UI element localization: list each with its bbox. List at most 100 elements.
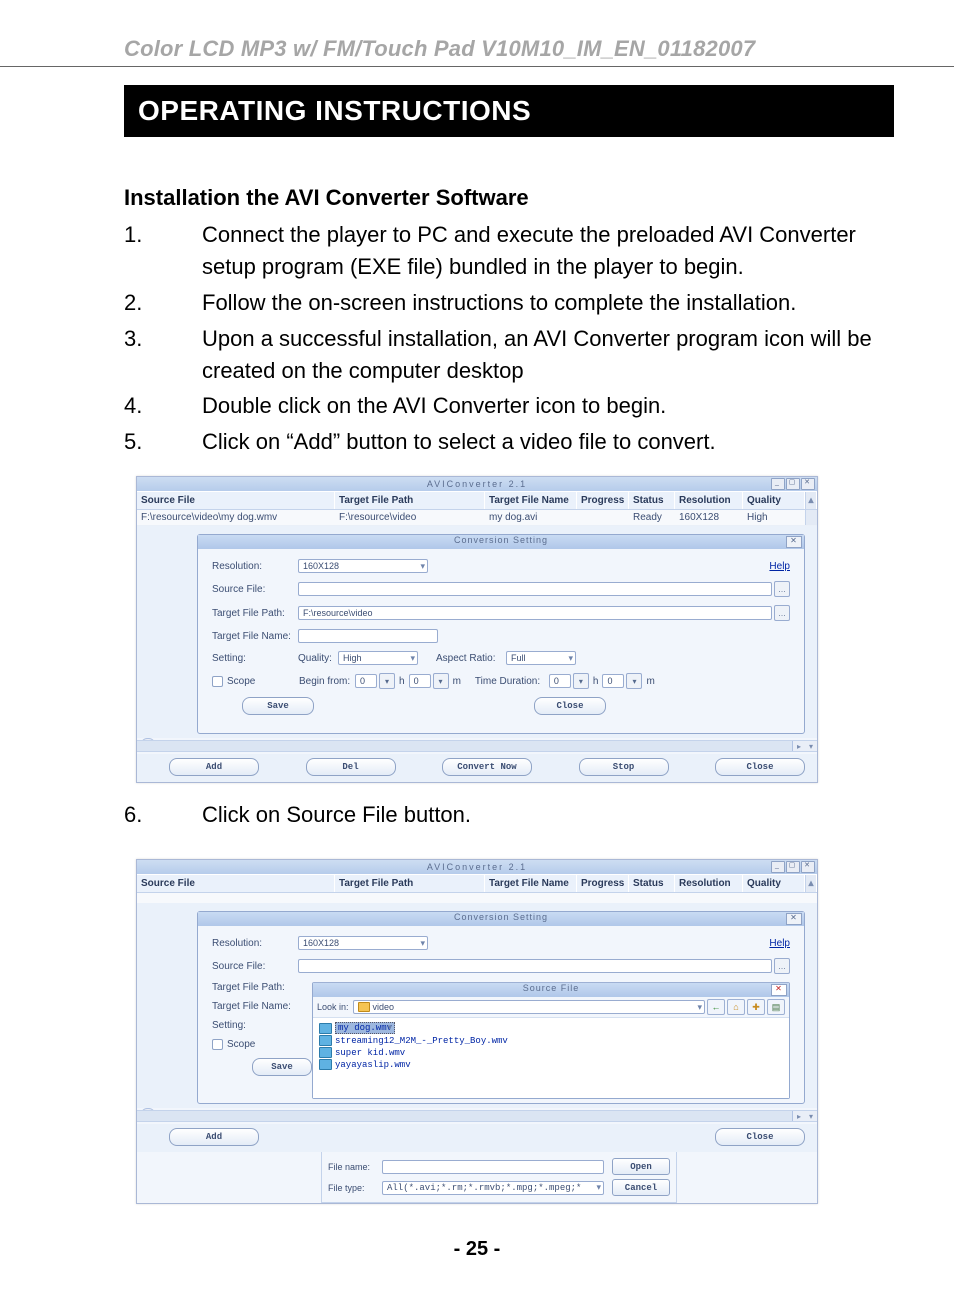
- close-button[interactable]: Close: [534, 697, 606, 715]
- scope-checkbox[interactable]: [212, 676, 223, 687]
- cell-resolution: 160X128: [675, 510, 743, 525]
- begin-h-input[interactable]: 0: [355, 674, 377, 688]
- col-quality: Quality: [743, 492, 805, 509]
- scope-checkbox[interactable]: [212, 1039, 223, 1050]
- list-item[interactable]: yayayaslip.wmv: [319, 1059, 783, 1070]
- maximize-icon[interactable]: ▢: [786, 861, 800, 873]
- main-table-header: Source File Target File Path Target File…: [137, 874, 817, 893]
- browse-source-button[interactable]: …: [774, 958, 790, 974]
- back-icon[interactable]: ←: [707, 999, 725, 1015]
- look-in-select[interactable]: video: [353, 1000, 705, 1014]
- cell-progress: [577, 510, 629, 525]
- file-icon: [319, 1059, 332, 1070]
- browse-source-button[interactable]: …: [774, 581, 790, 597]
- dialog-title: Conversion Setting: [454, 535, 548, 545]
- main-table-header: Source File Target File Path Target File…: [137, 491, 817, 510]
- target-name-input[interactable]: [298, 629, 438, 643]
- close-button[interactable]: Close: [715, 758, 805, 776]
- duration-m-input[interactable]: 0: [602, 674, 624, 688]
- minimize-icon[interactable]: _: [771, 861, 785, 873]
- filetype-label: File type:: [328, 1183, 382, 1193]
- close-icon[interactable]: ✕: [771, 984, 787, 996]
- begin-m-input[interactable]: 0: [409, 674, 431, 688]
- open-button[interactable]: Open: [612, 1158, 670, 1175]
- save-button[interactable]: Save: [252, 1058, 312, 1076]
- close-icon[interactable]: ✕: [786, 913, 802, 925]
- close-icon[interactable]: ✕: [786, 536, 802, 548]
- help-link[interactable]: Help: [769, 561, 790, 572]
- close-button[interactable]: Close: [715, 1128, 805, 1146]
- add-button[interactable]: Add: [169, 758, 259, 776]
- help-link[interactable]: Help: [769, 938, 790, 949]
- spinner-icon[interactable]: ▾: [433, 673, 449, 689]
- table-row[interactable]: F:\resource\video\my dog.wmv F:\resource…: [137, 510, 817, 526]
- step-text: Click on “Add” button to select a video …: [202, 426, 894, 458]
- scrollbar-horizontal[interactable]: ▸▾: [137, 740, 817, 752]
- resolution-label: Resolution:: [212, 561, 298, 572]
- scope-label: Scope: [227, 1039, 255, 1050]
- filetype-select[interactable]: All(*.avi;*.rm;*.rmvb;*.mpg;*.mpeg;*: [382, 1181, 604, 1195]
- new-folder-icon[interactable]: ✚: [747, 999, 765, 1015]
- step-text: Follow the on-screen instructions to com…: [202, 287, 894, 319]
- cancel-button[interactable]: Cancel: [612, 1179, 670, 1196]
- file-icon: [319, 1035, 332, 1046]
- resolution-select[interactable]: 160X128: [298, 936, 428, 950]
- look-in-label: Look in:: [317, 1002, 349, 1012]
- spinner-icon[interactable]: ▾: [379, 673, 395, 689]
- add-button[interactable]: Add: [169, 1128, 259, 1146]
- scroll-up-icon[interactable]: ▴: [805, 875, 817, 892]
- stop-button[interactable]: Stop: [579, 758, 669, 776]
- spinner-icon[interactable]: ▾: [626, 673, 642, 689]
- target-path-label: Target File Path:: [212, 608, 298, 619]
- source-file-input[interactable]: [298, 582, 772, 596]
- view-icon[interactable]: ▤: [767, 999, 785, 1015]
- close-icon[interactable]: ✕: [801, 861, 815, 873]
- scroll-right-icon[interactable]: ▸: [797, 742, 801, 751]
- cell-quality: High: [743, 510, 805, 525]
- list-item[interactable]: my dog.wmv: [319, 1022, 783, 1034]
- scrollbar-horizontal[interactable]: ▸▾: [137, 1110, 817, 1122]
- conversion-setting-dialog: Conversion Setting ✕ Resolution: 160X128…: [197, 911, 805, 1104]
- aspect-label: Aspect Ratio:: [436, 653, 506, 664]
- cell-target: my dog.avi: [485, 510, 577, 525]
- scroll-up-icon[interactable]: ▴: [805, 492, 817, 509]
- avi-converter-window: AVIConverter 2.1 _ ▢ ✕ Source File Targe…: [136, 859, 818, 1204]
- setting-label: Setting:: [212, 653, 298, 664]
- source-file-input[interactable]: [298, 959, 772, 973]
- dialog-title: Conversion Setting: [454, 912, 548, 922]
- step-text: Upon a successful installation, an AVI C…: [202, 323, 894, 387]
- target-name-label: Target File Name:: [212, 631, 298, 642]
- convert-button[interactable]: Convert Now: [442, 758, 532, 776]
- minimize-icon[interactable]: _: [771, 478, 785, 490]
- resolution-label: Resolution:: [212, 938, 298, 949]
- page-header: Color LCD MP3 w/ FM/Touch Pad V10M10_IM_…: [124, 36, 894, 62]
- page-number: - 25 -: [0, 1238, 954, 1261]
- filename-label: File name:: [328, 1162, 382, 1172]
- resolution-select[interactable]: 160X128: [298, 559, 428, 573]
- filename-input[interactable]: [382, 1160, 604, 1174]
- scroll-right-icon[interactable]: ▸: [797, 1112, 801, 1121]
- col-target-file-name: Target File Name: [485, 492, 577, 509]
- close-icon[interactable]: ✕: [801, 478, 815, 490]
- del-button[interactable]: Del: [306, 758, 396, 776]
- target-path-input[interactable]: F:\resource\video: [298, 606, 772, 620]
- browse-path-button[interactable]: …: [774, 605, 790, 621]
- file-dialog-title: Source File: [523, 983, 580, 993]
- source-file-label: Source File:: [212, 961, 298, 972]
- target-name-label: Target File Name:: [212, 1001, 298, 1012]
- step-text: Double click on the AVI Converter icon t…: [202, 390, 894, 422]
- scroll-down-icon[interactable]: ▾: [809, 742, 813, 751]
- save-button[interactable]: Save: [242, 697, 314, 715]
- spinner-icon[interactable]: ▾: [573, 673, 589, 689]
- up-folder-icon[interactable]: ⌂: [727, 999, 745, 1015]
- duration-h-input[interactable]: 0: [549, 674, 571, 688]
- quality-select[interactable]: High: [338, 651, 418, 665]
- list-item[interactable]: streaming12_M2M_-_Pretty_Boy.wmv: [319, 1035, 783, 1046]
- subsection-title: Installation the AVI Converter Software: [124, 185, 894, 211]
- aspect-select[interactable]: Full: [506, 651, 576, 665]
- maximize-icon[interactable]: ▢: [786, 478, 800, 490]
- file-listbox[interactable]: my dog.wmv streaming12_M2M_-_Pretty_Boy.…: [313, 1018, 789, 1098]
- list-item[interactable]: super kid.wmv: [319, 1047, 783, 1058]
- scroll-down-icon[interactable]: ▾: [809, 1112, 813, 1121]
- col-status: Status: [629, 492, 675, 509]
